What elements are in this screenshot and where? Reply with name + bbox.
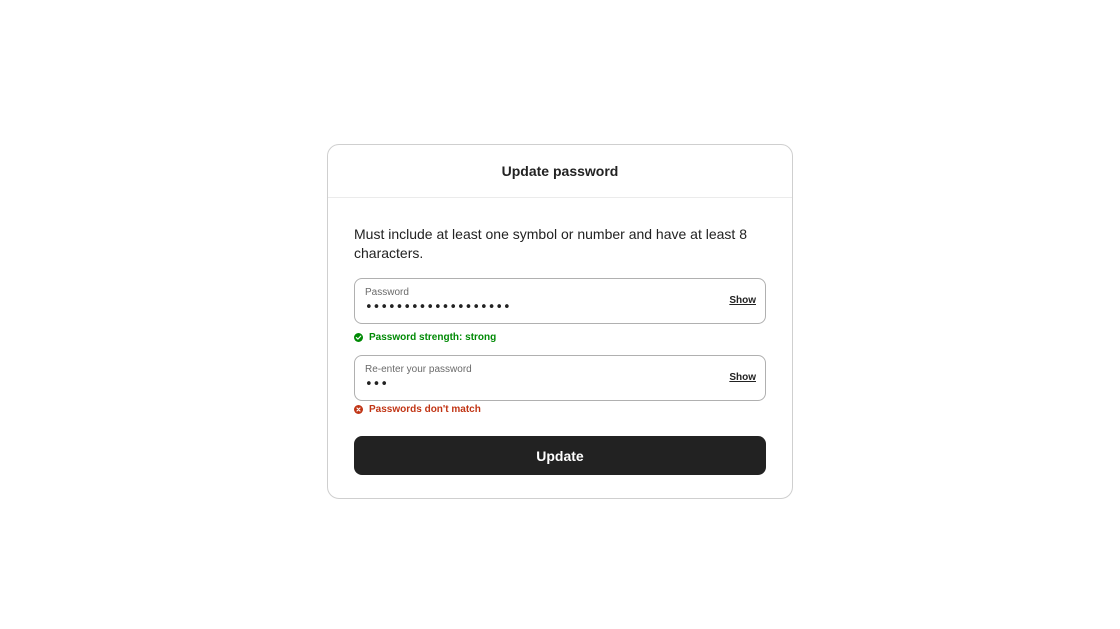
password-field[interactable]: Password Show [354,278,766,324]
password-input[interactable] [365,300,705,315]
confirm-password-field[interactable]: Re-enter your password Show [354,355,766,401]
password-strength-hint: Password strength: strong [354,331,766,343]
password-requirements-text: Must include at least one symbol or numb… [354,226,747,261]
confirm-password-input[interactable] [365,377,705,392]
show-confirm-password-button[interactable]: Show [729,372,756,383]
update-button[interactable]: Update [354,436,766,475]
password-field-label: Password [365,287,409,298]
dialog-title: Update password [501,163,619,179]
password-match-error: Passwords don't match [354,403,766,415]
dialog-header: Update password [328,145,792,198]
update-password-dialog: Update password Must include at least on… [327,144,793,499]
password-match-error-text: Passwords don't match [369,403,481,415]
show-password-button[interactable]: Show [729,295,756,306]
x-circle-icon [354,404,363,414]
check-circle-icon [354,332,363,342]
password-strength-text: Password strength: strong [369,331,497,343]
confirm-password-field-label: Re-enter your password [365,364,472,375]
dialog-body: Must include at least one symbol or numb… [328,198,792,475]
